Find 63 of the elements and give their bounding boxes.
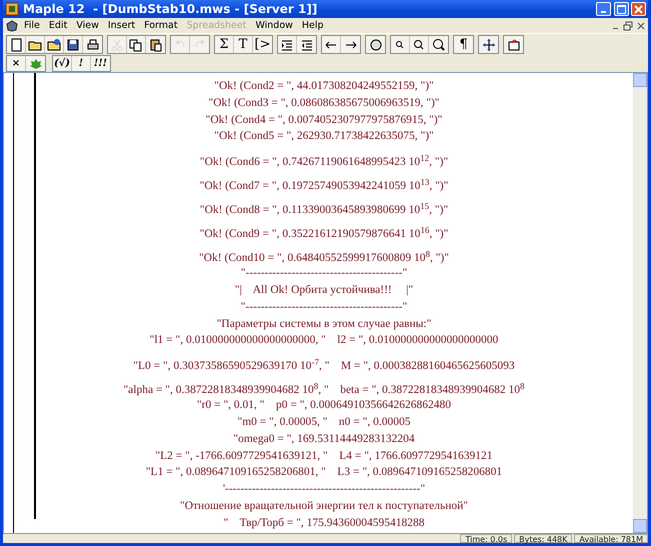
maximize-button[interactable] xyxy=(614,2,628,16)
output-line: "Ok! (Cond3 = ", 0.086086385675006963519, ")" xyxy=(208,96,440,111)
status-field: Available: 781M xyxy=(574,534,648,543)
output-line: "omega0 = ", 169.53114449283132204 xyxy=(233,432,415,447)
output-line: '---------------------------------------------------" xyxy=(222,482,426,498)
print-icon xyxy=(86,38,100,52)
close-icon xyxy=(634,4,643,14)
menu-item[interactable]: Edit xyxy=(44,19,72,32)
output-line: "r0 = ", 0.01, " p0 = ", 0.00064910356642626862480 xyxy=(196,398,452,414)
output-line: " Твр/Торб = ", 175.94360004595418288 xyxy=(223,516,425,531)
toolbar-button[interactable] xyxy=(26,36,45,53)
output-line: "Ok! (Cond2 = ", 44.017308204249552159, ")" xyxy=(214,79,434,94)
zoom-medium-icon xyxy=(412,38,426,52)
four-arrows-icon xyxy=(482,38,496,52)
paste-icon xyxy=(148,38,162,52)
stop-icon xyxy=(368,38,382,52)
output-line: "Ok! (Cond9 = ", 0.35221612190579876641 10$^{16}$, ")" xyxy=(200,224,448,242)
scroll-thumb[interactable] xyxy=(633,519,647,533)
menu-item[interactable]: Format xyxy=(140,19,182,32)
output-line: "Ok! (Cond4 = ", 0.0074052307977975876915, ")" xyxy=(206,112,442,128)
output-line: "m0 = ", 0.00005, " n0 = ", 0.00005 xyxy=(238,414,410,430)
menu-item[interactable]: File xyxy=(20,19,44,32)
save-icon xyxy=(66,38,80,52)
toolbar-button[interactable] xyxy=(45,36,64,53)
scrollbar[interactable] xyxy=(633,73,647,533)
output-line: "Ok! (Cond5 = ", 262930.71738422635075, ")" xyxy=(214,129,434,144)
menu-item[interactable]: Insert xyxy=(104,19,140,32)
menu-item[interactable]: View xyxy=(72,19,103,32)
output-line: "| All Ok! Орбита устойчива!!! |" xyxy=(234,282,414,298)
outdent-icon xyxy=(300,38,314,52)
output-line: "Отношение вращательной энергии тел к поступательной" xyxy=(180,498,468,514)
output-line: "Ok! (Cond8 = ", 0.11339003645893980699 10$^{15}$, ")" xyxy=(200,200,448,218)
indent-icon xyxy=(280,38,294,52)
app-icon xyxy=(5,2,19,16)
close-icon[interactable] xyxy=(636,20,646,30)
output-line: "-----------------------------------------" xyxy=(240,266,408,282)
menu-item[interactable]: Window xyxy=(251,19,297,32)
output-line: "L1 = ", 0.089647109165258206801, " L3 = ", 0.089647109165258206801 xyxy=(146,465,502,480)
zoom-large-icon xyxy=(432,38,446,52)
output-line: "Ok! (Cond7 = ", 0.19725749053942241059 10$^{13}$, ")" xyxy=(200,176,448,194)
new-file-icon xyxy=(9,38,23,52)
restore-icon[interactable] xyxy=(623,20,633,30)
status-field: Time: 0.0s xyxy=(460,534,512,543)
copy-icon xyxy=(129,38,143,52)
output-line: "Ok! (Cond6 = ", 0.74267119061648995423 10$^{12}$, ")" xyxy=(200,152,448,170)
menu-item[interactable]: Help xyxy=(298,19,328,32)
scissors-icon xyxy=(110,38,124,52)
minimize-button[interactable] xyxy=(596,2,611,16)
close-button[interactable] xyxy=(631,2,646,16)
leaf-icon xyxy=(30,58,42,70)
output-line: "-----------------------------------------" xyxy=(240,300,408,315)
toolbar-button[interactable]: (√) xyxy=(53,56,72,71)
toolbar-button[interactable] xyxy=(127,36,146,53)
output-line: "Параметры системы в этом случае равны:" xyxy=(216,316,432,332)
output-line: "alpha = ", 0.38722818348939904682 10$^{8}$, " beta = ", 0.38722818348939904682 10$^{8}$ xyxy=(123,380,525,398)
maximize-icon xyxy=(616,4,626,14)
output-line: "Ok! (Cond10 = ", 0.64840552599917600809 10$^{8}$, ")" xyxy=(199,248,449,266)
toolbar-button[interactable]: [> xyxy=(253,36,272,53)
status-field: Bytes: 448K xyxy=(514,534,572,543)
output-line: "l1 = ", 0.010000000000000000000, " l2 = ", 0.010000000000000000000 xyxy=(150,333,498,348)
output-line: "L0 = ", 0.30373586590529639170 10$^{-7}$, " M = ", 0.00038288160465625605093 xyxy=(133,356,515,374)
output-line: "L2 = ", -1766.6097729541639121, " L4 = ", 1766.6097729541639121 xyxy=(155,448,493,464)
window-title: Maple 12 - [DumbStab10.mws - [Server 1]] xyxy=(23,1,318,18)
